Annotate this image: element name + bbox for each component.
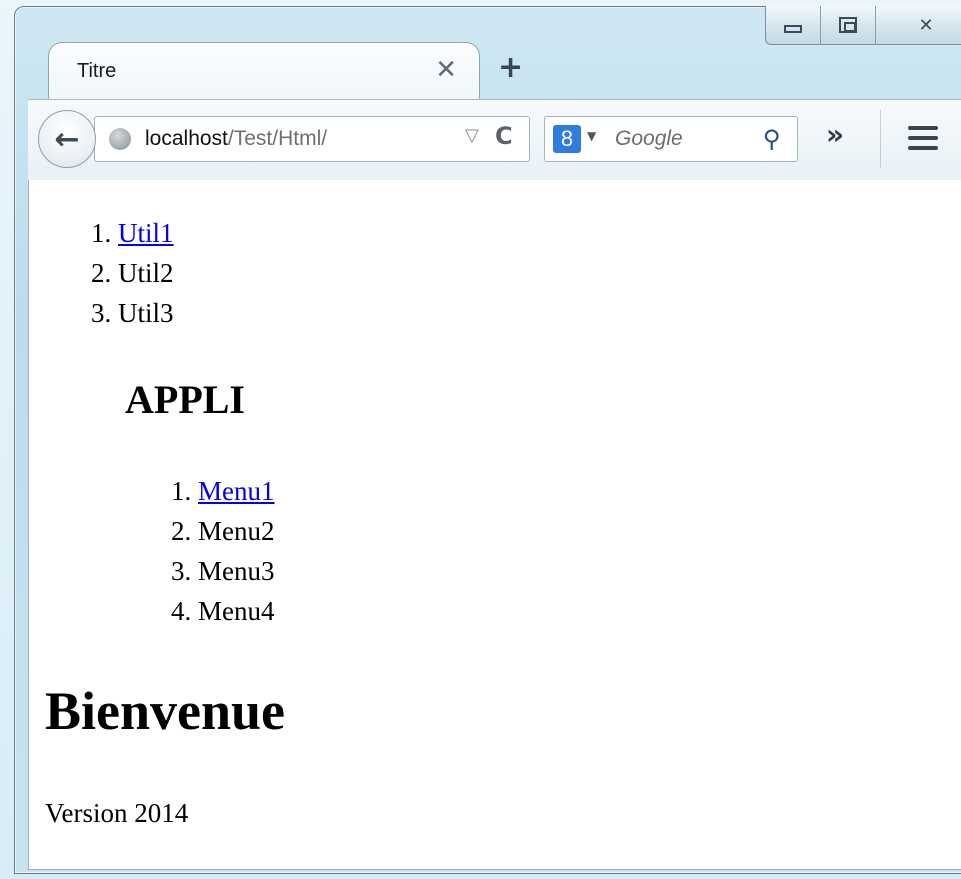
- list-item: 3. Util3: [91, 298, 174, 329]
- maximize-button[interactable]: [821, 6, 876, 44]
- reload-icon[interactable]: C: [495, 122, 513, 150]
- screen: ✕ Titre ✕ + localhost/Test/Html/ ▽ C ← 8…: [0, 0, 961, 879]
- search-engine-icon[interactable]: 8: [553, 125, 581, 153]
- minimize-button[interactable]: [766, 6, 821, 44]
- window-close-button[interactable]: ✕: [876, 6, 961, 44]
- search-engine-dropdown-icon[interactable]: ▼: [587, 129, 596, 143]
- window-caption-buttons: ✕: [765, 6, 961, 45]
- menu-bar: [908, 126, 938, 130]
- list-item-label: Util3: [118, 298, 174, 328]
- list-item-label: Menu4: [198, 596, 275, 626]
- list-item: 2. Util2: [91, 258, 174, 289]
- list-item-label: Menu3: [198, 556, 275, 586]
- page-title: Bienvenue: [45, 681, 286, 741]
- util1-link[interactable]: Util1: [118, 218, 174, 248]
- list-number: 2.: [91, 258, 112, 288]
- toolbar-divider: [880, 110, 881, 168]
- url-text: localhost/Test/Html/: [145, 127, 327, 151]
- list-number: 2.: [171, 516, 192, 546]
- list-item: 4. Menu4: [171, 596, 275, 627]
- list-item-label: Menu2: [198, 516, 275, 546]
- search-input[interactable]: Google: [615, 127, 683, 151]
- list-item: 2. Menu2: [171, 516, 275, 547]
- hamburger-menu-icon[interactable]: [908, 126, 938, 152]
- new-tab-icon[interactable]: +: [498, 50, 523, 85]
- list-number: 3.: [171, 556, 192, 586]
- globe-icon: [109, 128, 131, 150]
- list-number: 4.: [171, 596, 192, 626]
- minimize-icon: [784, 25, 802, 33]
- tab-title: Titre: [77, 60, 117, 82]
- back-arrow-icon: ←: [54, 121, 80, 157]
- url-history-dropdown-icon[interactable]: ▽: [465, 125, 479, 146]
- version-text: Version 2014: [45, 798, 189, 828]
- page-content: 1. Util1 2. Util2 3. Util3 APPLI 1. Menu…: [28, 180, 961, 870]
- list-number: 1.: [91, 218, 112, 248]
- tab-titre[interactable]: Titre ✕: [48, 42, 480, 100]
- maximize-icon: [839, 17, 857, 33]
- search-bar[interactable]: 8 ▼ Google ⚲: [544, 116, 798, 162]
- url-host: localhost: [145, 127, 228, 150]
- menu1-link[interactable]: Menu1: [198, 476, 275, 506]
- list-number: 1.: [171, 476, 192, 506]
- list-number: 3.: [91, 298, 112, 328]
- url-bar[interactable]: localhost/Test/Html/ ▽ C: [94, 116, 530, 162]
- url-path: /Test/Html/: [227, 127, 328, 150]
- toolbar-overflow-button[interactable]: »: [826, 118, 844, 151]
- tab-close-icon[interactable]: ✕: [435, 55, 457, 85]
- back-button[interactable]: ←: [38, 110, 96, 168]
- appli-heading: APPLI: [125, 377, 245, 422]
- close-icon: ✕: [918, 14, 934, 36]
- navigation-toolbar: localhost/Test/Html/ ▽ C ← 8 ▼ Google ⚲ …: [28, 99, 961, 181]
- menu-bar: [908, 146, 938, 150]
- list-item: 1. Util1: [91, 218, 174, 249]
- menu-bar: [908, 136, 938, 140]
- search-icon[interactable]: ⚲: [763, 125, 781, 153]
- list-item: 1. Menu1: [171, 476, 275, 507]
- list-item: 3. Menu3: [171, 556, 275, 587]
- list-item-label: Util2: [118, 258, 174, 288]
